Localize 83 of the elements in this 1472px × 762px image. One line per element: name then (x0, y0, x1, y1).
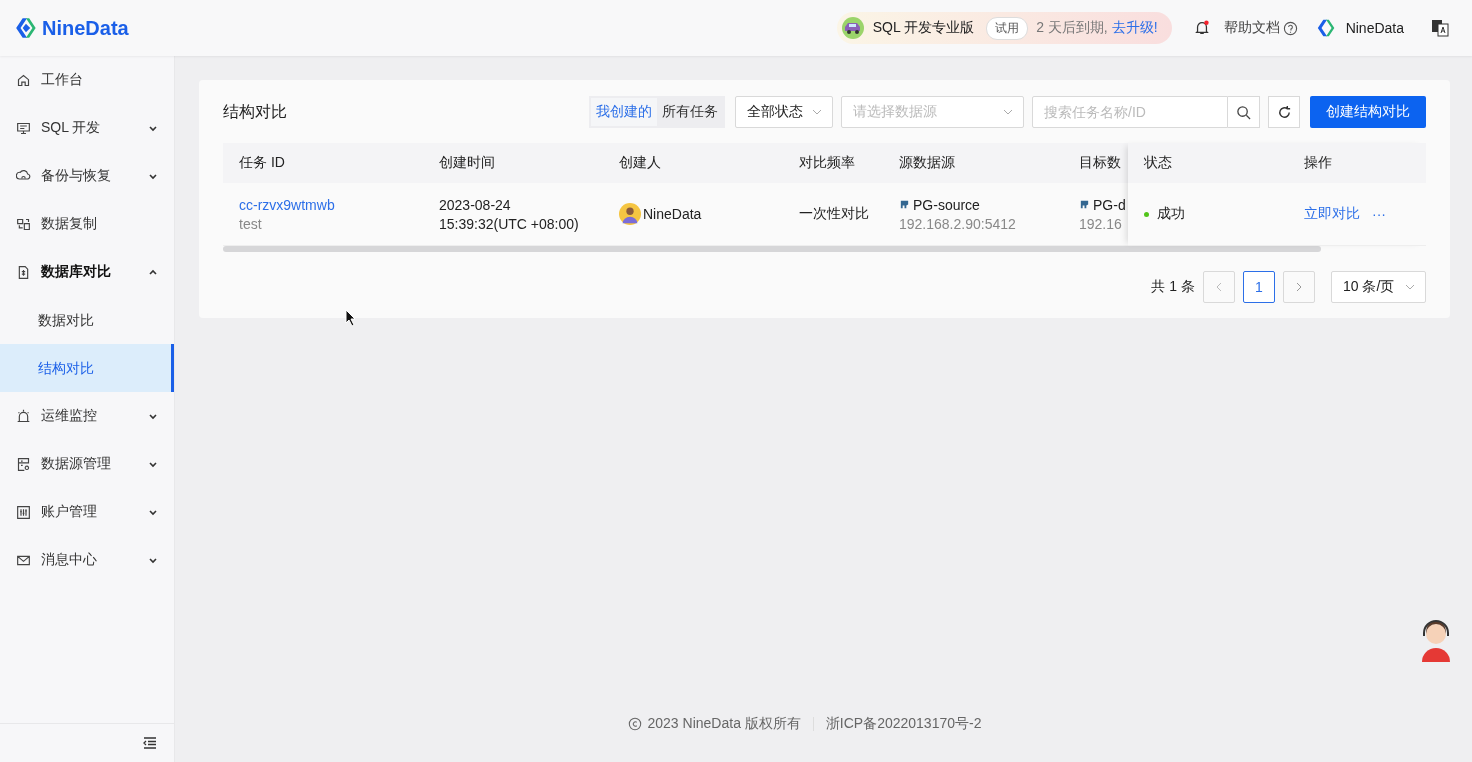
frequency-text: 一次性对比 (799, 205, 869, 223)
source-name: PG-source (913, 196, 980, 213)
caret-down-icon (148, 171, 158, 181)
page-size-select[interactable]: 10 条/页 (1331, 271, 1426, 303)
sidebar-item[interactable]: 备份与恢复 (0, 152, 174, 200)
chevron-down-icon (1003, 107, 1013, 117)
target-address: 192.16 (1079, 215, 1122, 232)
scope-tab[interactable]: 所有任务 (657, 98, 723, 126)
column-header: 任务 ID (238, 153, 286, 172)
caret-down-icon (148, 555, 158, 565)
chevron-down-icon (812, 107, 822, 117)
total-count: 共 1 条 (1151, 278, 1195, 296)
caret-down-icon (148, 123, 158, 133)
scrollbar-thumb[interactable] (223, 246, 1321, 252)
expiry-text: 2 天后到期, (1036, 19, 1108, 37)
caret-down-icon (148, 459, 158, 469)
sidebar-item[interactable]: 数据源管理 (0, 440, 174, 488)
notification-icon[interactable] (1193, 20, 1210, 36)
column-header: 创建人 (618, 153, 662, 172)
document-icon (16, 264, 31, 280)
caret-down-icon (148, 507, 158, 517)
sidebar-item[interactable]: 消息中心 (0, 536, 174, 584)
task-name: test (239, 215, 262, 232)
translate-icon[interactable] (1430, 18, 1450, 38)
plan-name: SQL 开发专业版 (872, 19, 975, 37)
sidebar-item[interactable]: 数据库对比 (0, 248, 174, 296)
refresh-icon (1276, 104, 1292, 120)
compare-now-link[interactable]: 立即对比 (1304, 205, 1360, 223)
sidebar-item[interactable]: 账户管理 (0, 488, 174, 536)
sidebar-item[interactable]: SQL 开发 (0, 104, 174, 152)
column-header: 源数据源 (898, 153, 956, 172)
database-icon (16, 456, 31, 472)
search-icon (1236, 104, 1251, 120)
help-link[interactable]: 帮助文档 (1223, 19, 1280, 37)
copy-icon (16, 216, 31, 232)
column-header: 对比频率 (798, 153, 856, 172)
page-button[interactable]: 1 (1243, 271, 1275, 303)
submenu-item[interactable]: 结构对比 (0, 344, 174, 392)
elephant-icon (899, 199, 910, 210)
sidebar-item[interactable]: 数据复制 (0, 200, 174, 248)
creator-name: NineData (643, 206, 702, 222)
sidebar-item[interactable]: 运维监控 (0, 392, 174, 440)
submenu-item[interactable]: 数据对比 (0, 296, 174, 344)
trial-badge: 试用 (986, 16, 1029, 40)
icp-link[interactable]: 浙ICP备2022013170号-2 (825, 715, 982, 733)
help-icon[interactable] (1282, 20, 1298, 36)
chevron-left-icon (1214, 282, 1224, 292)
monitor-icon (16, 120, 31, 136)
sidebar-item[interactable]: 工作台 (0, 56, 174, 104)
copyright-icon (627, 717, 642, 731)
caret-up-icon (148, 267, 158, 277)
created-date: 2023-08-24 (439, 196, 511, 213)
search-field[interactable]: 搜索任务名称/ID (1032, 96, 1228, 128)
status-text: 成功 (1157, 205, 1185, 223)
copyright-text: 2023 NineData 版权所有 (647, 715, 801, 733)
scope-tab[interactable]: 我创建的 (591, 98, 657, 126)
status-select[interactable]: 全部状态 (735, 96, 833, 128)
column-header: 状态 (1143, 153, 1173, 172)
car-icon (840, 16, 865, 40)
logo-text[interactable]: NineData (42, 16, 129, 40)
chart-icon (16, 504, 31, 520)
page-title: 结构对比 (223, 101, 287, 122)
column-header: 目标数 (1078, 153, 1122, 172)
collapse-icon[interactable] (142, 735, 158, 751)
target-name: PG-d (1093, 196, 1126, 213)
source-address: 192.168.2.90:5412 (899, 215, 1016, 232)
column-header: 创建时间 (438, 153, 496, 172)
user-name[interactable]: NineData (1345, 20, 1404, 36)
chevron-right-icon (1294, 282, 1304, 292)
alarm-icon (16, 408, 31, 424)
caret-down-icon (148, 411, 158, 421)
task-id-link[interactable]: cc-rzvx9wtmwb (239, 196, 335, 213)
chevron-down-icon (1405, 282, 1415, 292)
created-time: 15:39:32(UTC +08:00) (439, 215, 579, 232)
avatar-icon (619, 203, 641, 225)
elephant-icon (1079, 199, 1090, 210)
more-button[interactable]: ··· (1368, 206, 1390, 222)
column-header: 操作 (1303, 153, 1333, 172)
search-button[interactable] (1228, 96, 1260, 128)
create-button[interactable]: 创建结构对比 (1310, 96, 1426, 128)
home-icon (16, 72, 31, 88)
upgrade-link[interactable]: 去升级! (1111, 19, 1158, 37)
refresh-button[interactable] (1268, 96, 1300, 128)
